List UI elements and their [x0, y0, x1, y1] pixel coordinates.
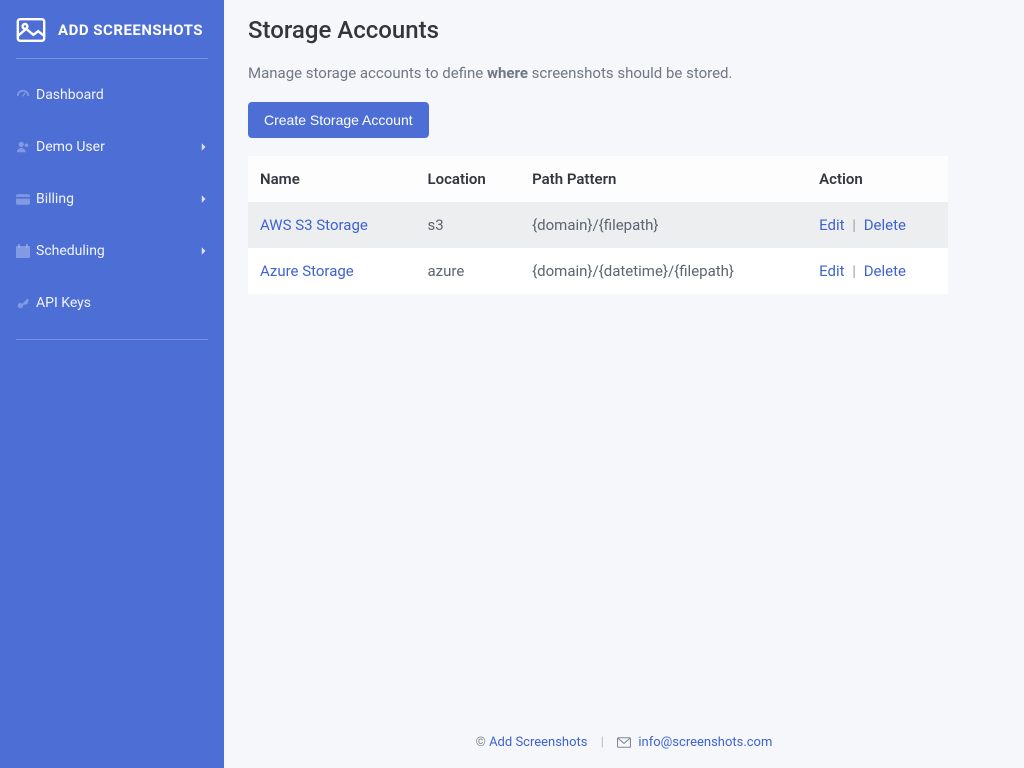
- col-name: Name: [248, 156, 416, 202]
- storage-name-link[interactable]: AWS S3 Storage: [260, 216, 368, 234]
- brand-title: ADD SCREENSHOTS: [58, 19, 203, 42]
- sidebar-item-label: Demo User: [36, 139, 200, 155]
- subtext-pre: Manage storage accounts to define: [248, 64, 487, 82]
- sidebar-item-label: Billing: [36, 191, 200, 207]
- mail-icon: [617, 737, 631, 748]
- footer-separator: |: [601, 735, 604, 750]
- table-header-row: Name Location Path Pattern Action: [248, 156, 948, 202]
- footer-email-link[interactable]: info@screenshots.com: [638, 735, 772, 750]
- col-action: Action: [807, 156, 948, 202]
- sidebar-item-scheduling[interactable]: Scheduling: [16, 225, 208, 277]
- chevron-right-icon: [200, 195, 208, 203]
- sidebar-item-label: API Keys: [36, 295, 208, 311]
- edit-link[interactable]: Edit: [819, 262, 844, 280]
- page-title: Storage Accounts: [248, 16, 1000, 44]
- storage-accounts-table: Name Location Path Pattern Action AWS S3…: [248, 156, 948, 294]
- storage-location: azure: [416, 248, 521, 294]
- footer: © Add Screenshots | info@screenshots.com: [224, 717, 1024, 768]
- copyright-symbol: ©: [476, 735, 486, 750]
- footer-brand-link[interactable]: Add Screenshots: [489, 735, 587, 750]
- page-subtext: Manage storage accounts to define where …: [248, 64, 1000, 82]
- storage-name-link[interactable]: Azure Storage: [260, 262, 354, 280]
- table-row: AWS S3 Storage s3 {domain}/{filepath} Ed…: [248, 202, 948, 248]
- action-separator: |: [852, 262, 856, 280]
- subtext-post: screenshots should be stored.: [528, 64, 733, 82]
- storage-location: s3: [416, 202, 521, 248]
- nav-divider: [16, 339, 208, 340]
- delete-link[interactable]: Delete: [864, 262, 906, 280]
- create-storage-account-button[interactable]: Create Storage Account: [248, 102, 429, 138]
- edit-link[interactable]: Edit: [819, 216, 844, 234]
- sidebar-item-label: Scheduling: [36, 243, 200, 259]
- subtext-bold: where: [487, 64, 528, 82]
- sidebar-item-demo-user[interactable]: Demo User: [16, 121, 208, 173]
- sidebar-item-api-keys[interactable]: API Keys: [16, 277, 208, 329]
- table-row: Azure Storage azure {domain}/{datetime}/…: [248, 248, 948, 294]
- col-path-pattern: Path Pattern: [520, 156, 807, 202]
- key-icon: [16, 296, 30, 310]
- storage-path: {domain}/{filepath}: [520, 202, 807, 248]
- sidebar-item-billing[interactable]: Billing: [16, 173, 208, 225]
- delete-link[interactable]: Delete: [864, 216, 906, 234]
- sidebar: ADD SCREENSHOTS Dashboard Demo User Bill…: [0, 0, 224, 768]
- sidebar-item-label: Dashboard: [36, 87, 208, 103]
- main: Storage Accounts Manage storage accounts…: [224, 0, 1024, 768]
- sidebar-item-dashboard[interactable]: Dashboard: [16, 69, 208, 121]
- image-icon: [16, 18, 46, 42]
- chevron-right-icon: [200, 247, 208, 255]
- card-icon: [16, 192, 30, 206]
- calendar-icon: [16, 244, 30, 258]
- content: Storage Accounts Manage storage accounts…: [224, 0, 1024, 717]
- col-location: Location: [416, 156, 521, 202]
- brand[interactable]: ADD SCREENSHOTS: [16, 12, 208, 59]
- dashboard-icon: [16, 88, 30, 102]
- action-separator: |: [852, 216, 856, 234]
- storage-path: {domain}/{datetime}/{filepath}: [520, 248, 807, 294]
- user-icon: [16, 140, 30, 154]
- chevron-right-icon: [200, 143, 208, 151]
